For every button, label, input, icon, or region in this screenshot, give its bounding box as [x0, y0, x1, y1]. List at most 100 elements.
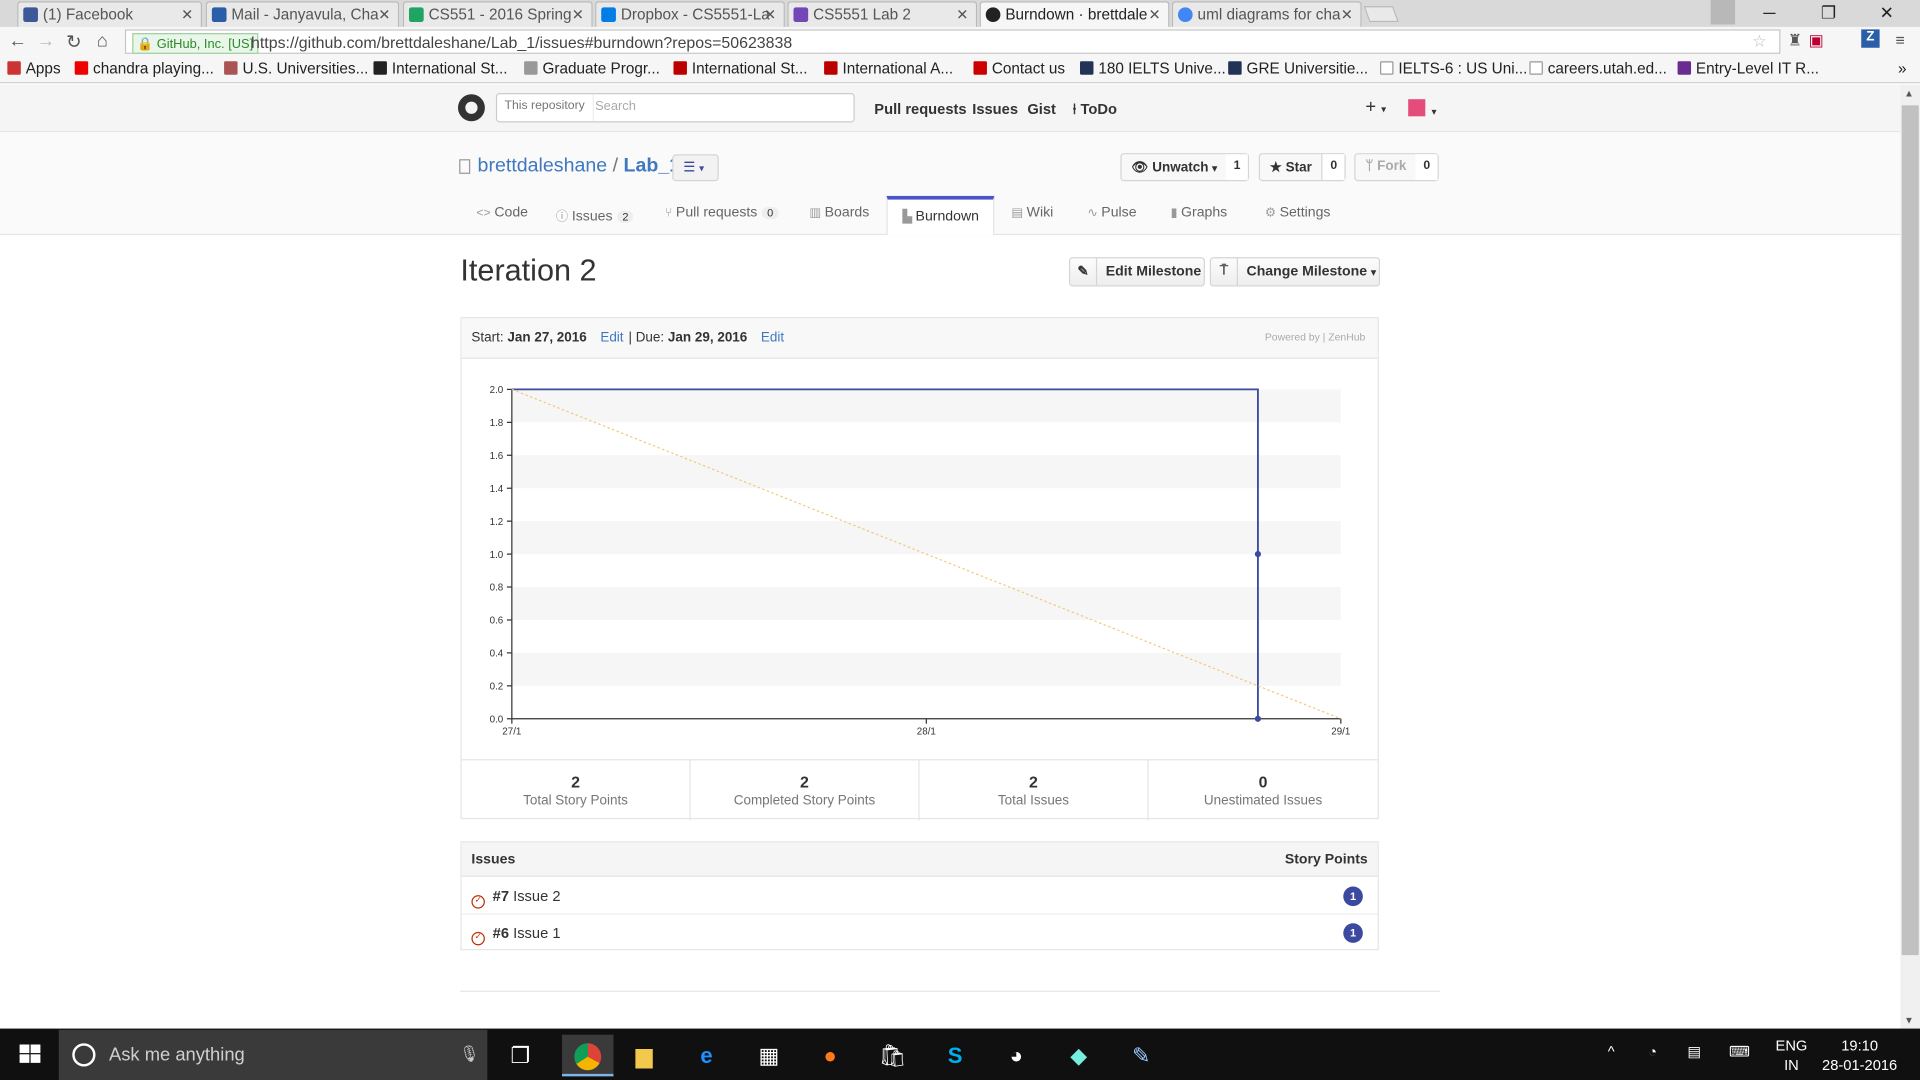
browser-tab-mail[interactable]: Mail - Janyavula, Cha ✕ [205, 1, 400, 27]
table-row[interactable]: ✓ #6 Issue 1 1 [462, 915, 1378, 952]
github-logo-icon[interactable] [457, 94, 485, 122]
edit-milestone-button[interactable]: ✎ Edit Milestone [1068, 257, 1205, 287]
omnibox[interactable]: 🔒 GitHub, Inc. [US] https://github.com/b… [124, 29, 1781, 54]
star-count[interactable]: 0 [1322, 154, 1345, 181]
close-tab-icon[interactable]: ✕ [1341, 6, 1353, 23]
tray-expand-icon[interactable]: ^ [1608, 1043, 1615, 1060]
bookmark-star-icon[interactable]: ☆ [1752, 32, 1766, 52]
watch-count[interactable]: 1 [1226, 154, 1248, 181]
scrollbar-thumb[interactable] [1901, 105, 1919, 956]
notifications-icon[interactable]: ▤ [1687, 1043, 1701, 1060]
taskbar-clock[interactable]: 19:10 28-01-2016 [1822, 1036, 1897, 1075]
new-tab-button[interactable] [1363, 6, 1399, 23]
tab-pulse[interactable]: ∿ Pulse [1087, 206, 1136, 235]
scroll-down-icon[interactable]: ▼ [1904, 1015, 1914, 1026]
edit-due-link[interactable]: Edit [761, 331, 784, 346]
tab-graphs[interactable]: ▮ Graphs [1171, 206, 1228, 235]
bookmark-item[interactable]: chandra playing... [74, 60, 214, 77]
browser-tab-dropbox[interactable]: Dropbox - CS5551-La ✕ [595, 1, 785, 27]
close-tab-icon[interactable]: ✕ [956, 6, 968, 23]
repo-owner-link[interactable]: brettdaleshane [478, 156, 608, 177]
browser-tab-burndown[interactable]: Burndown · brettdale ✕ [979, 1, 1170, 27]
extension-icon[interactable]: ♜ [1788, 31, 1802, 51]
bookmark-item[interactable]: Graduate Progr... [524, 60, 660, 77]
issue-title[interactable]: Issue 1 [513, 924, 560, 941]
close-tab-icon[interactable]: ✕ [572, 6, 584, 23]
scroll-up-icon[interactable]: ▲ [1904, 88, 1914, 99]
edge-icon[interactable]: e [686, 1035, 728, 1077]
tab-boards[interactable]: ▥ Boards [809, 206, 869, 235]
bookmark-item[interactable]: GRE Universitie... [1228, 60, 1368, 77]
powered-by-zenhub[interactable]: Powered by | ZenHub [1265, 331, 1365, 343]
cortana-search[interactable]: Ask me anything 🎙 [58, 1029, 488, 1080]
issue-number[interactable]: #6 [493, 924, 509, 941]
close-tab-icon[interactable]: ✕ [181, 6, 193, 23]
skype-icon[interactable]: S [934, 1035, 976, 1077]
task-view-icon[interactable]: ❐ [500, 1035, 542, 1077]
change-milestone-button[interactable]: ⍑ Change Milestone ▾ [1209, 257, 1381, 287]
bookmark-item[interactable]: 180 IELTS Unive... [1080, 60, 1226, 77]
bookmark-item[interactable]: International St... [373, 60, 508, 77]
zenhub-menu-button[interactable]: ☰ ▾ [672, 154, 719, 182]
watch-button[interactable]: 👁 Unwatch ▾ 1 [1120, 153, 1249, 182]
tab-settings[interactable]: ⚙ Settings [1265, 206, 1331, 235]
git-icon[interactable]: ◆ [1058, 1035, 1100, 1077]
issue-number[interactable]: #7 [493, 888, 509, 905]
bookmark-item[interactable]: Entry-Level IT R... [1677, 60, 1819, 77]
bookmark-item[interactable]: International St... [673, 60, 808, 77]
minimize-icon[interactable]: ─ [1763, 2, 1775, 22]
bookmark-item[interactable]: U.S. Universities... [224, 60, 368, 77]
tab-code[interactable]: <> Code [476, 206, 528, 235]
url-text[interactable]: https://github.com/brettdaleshane/Lab_1/… [251, 33, 792, 51]
reload-icon[interactable]: ↻ [66, 31, 81, 53]
star-button[interactable]: ★ Star 0 [1258, 153, 1346, 182]
firefox-icon[interactable]: ● [809, 1035, 851, 1077]
microphone-icon[interactable]: 🎙 [459, 1044, 479, 1064]
nav-pull-requests[interactable]: Pull requests [874, 100, 966, 117]
menu-icon[interactable]: ≡ [1896, 31, 1905, 49]
paint-icon[interactable]: ✎ [1120, 1035, 1162, 1077]
close-tab-icon[interactable]: ✕ [378, 6, 390, 23]
browser-tab-cs551[interactable]: CS551 - 2016 Spring ✕ [402, 1, 593, 27]
extension-shield-icon[interactable]: ▣ [1809, 31, 1824, 51]
nav-todo[interactable]: ⍿ ToDo [1073, 100, 1117, 118]
wifi-icon[interactable]: ◔ [1648, 1043, 1657, 1060]
bookmark-item[interactable]: International A... [824, 60, 953, 77]
issue-title[interactable]: Issue 2 [513, 888, 560, 905]
zotero-icon[interactable]: Z [1861, 29, 1880, 48]
chrome-icon[interactable] [562, 1034, 614, 1077]
restore-icon[interactable]: ❐ [1821, 2, 1836, 23]
browser-tab-lab2[interactable]: CS5551 Lab 2 ✕ [787, 1, 978, 27]
fork-button[interactable]: ᛘ Fork 0 [1354, 153, 1439, 182]
bookmark-apps[interactable]: Apps [7, 60, 61, 77]
profile-icon[interactable] [1710, 0, 1736, 25]
language-indicator[interactable]: ENG IN [1776, 1036, 1808, 1075]
home-icon[interactable]: ⌂ [97, 31, 108, 52]
nav-gist[interactable]: Gist [1027, 100, 1056, 117]
store-icon[interactable]: 🛍 [872, 1035, 914, 1077]
back-icon[interactable]: ← [9, 31, 27, 52]
close-tab-icon[interactable]: ✕ [1149, 6, 1161, 23]
browser-tab-facebook[interactable]: (1) Facebook ✕ [17, 1, 203, 27]
tab-wiki[interactable]: ▤ Wiki [1011, 206, 1053, 235]
ev-certificate-badge[interactable]: 🔒 GitHub, Inc. [US] [132, 33, 259, 54]
avatar[interactable] [1408, 99, 1426, 117]
create-new-icon[interactable]: + ▾ [1365, 97, 1386, 118]
bookmark-item[interactable]: Contact us [973, 60, 1065, 77]
file-explorer-icon[interactable]: ▆ [623, 1035, 665, 1077]
table-row[interactable]: ✓ #7 Issue 2 1 [461, 878, 1378, 915]
tab-pull-requests[interactable]: ⑂ Pull requests 0 [665, 206, 779, 235]
search-input[interactable]: Search [595, 99, 636, 114]
chevron-down-icon[interactable]: ▾ [1431, 99, 1436, 120]
keyboard-icon[interactable]: ⌨ [1729, 1043, 1750, 1060]
windows-start-icon[interactable] [19, 1044, 41, 1064]
tab-issues[interactable]: ⓘ Issues 2 [556, 206, 634, 235]
tab-burndown[interactable]: ▙ Burndown [886, 195, 995, 236]
nav-issues[interactable]: Issues [972, 100, 1018, 117]
bookmark-item[interactable]: careers.utah.ed... [1529, 60, 1667, 77]
close-window-icon[interactable]: ✕ [1880, 2, 1894, 23]
browser-tab-google[interactable]: uml diagrams for cha ✕ [1171, 1, 1362, 27]
search-box[interactable]: This repository Search [495, 93, 855, 123]
forward-icon[interactable]: → [37, 31, 55, 52]
fork-count[interactable]: 0 [1416, 154, 1438, 181]
